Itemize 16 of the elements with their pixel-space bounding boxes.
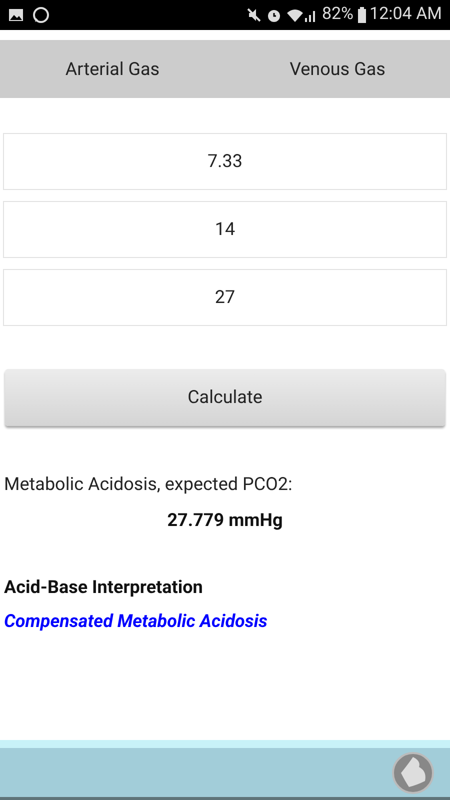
result-value: 27.779 mmHg xyxy=(167,509,283,533)
result-label: Metabolic Acidosis, expected PCO2: xyxy=(4,473,294,497)
battery-percent: 82% xyxy=(322,3,354,26)
mute-icon xyxy=(246,7,262,23)
interpretation-text: Compensated Metabolic Acidosis xyxy=(4,610,268,634)
wifi-icon xyxy=(286,7,304,23)
interpretation-heading: Acid-Base Interpretation xyxy=(4,576,204,600)
clock-time: 12:04 AM xyxy=(370,3,442,26)
alarm-icon xyxy=(266,7,282,23)
calculate-button[interactable]: Calculate xyxy=(5,369,445,426)
input-field[interactable]: 7.33 xyxy=(3,133,447,190)
input-field[interactable]: 14 xyxy=(3,201,447,258)
image-icon xyxy=(8,8,24,22)
input-field[interactable]: 27 xyxy=(3,269,447,326)
battery-icon xyxy=(358,7,366,23)
signal-icon xyxy=(304,8,318,22)
